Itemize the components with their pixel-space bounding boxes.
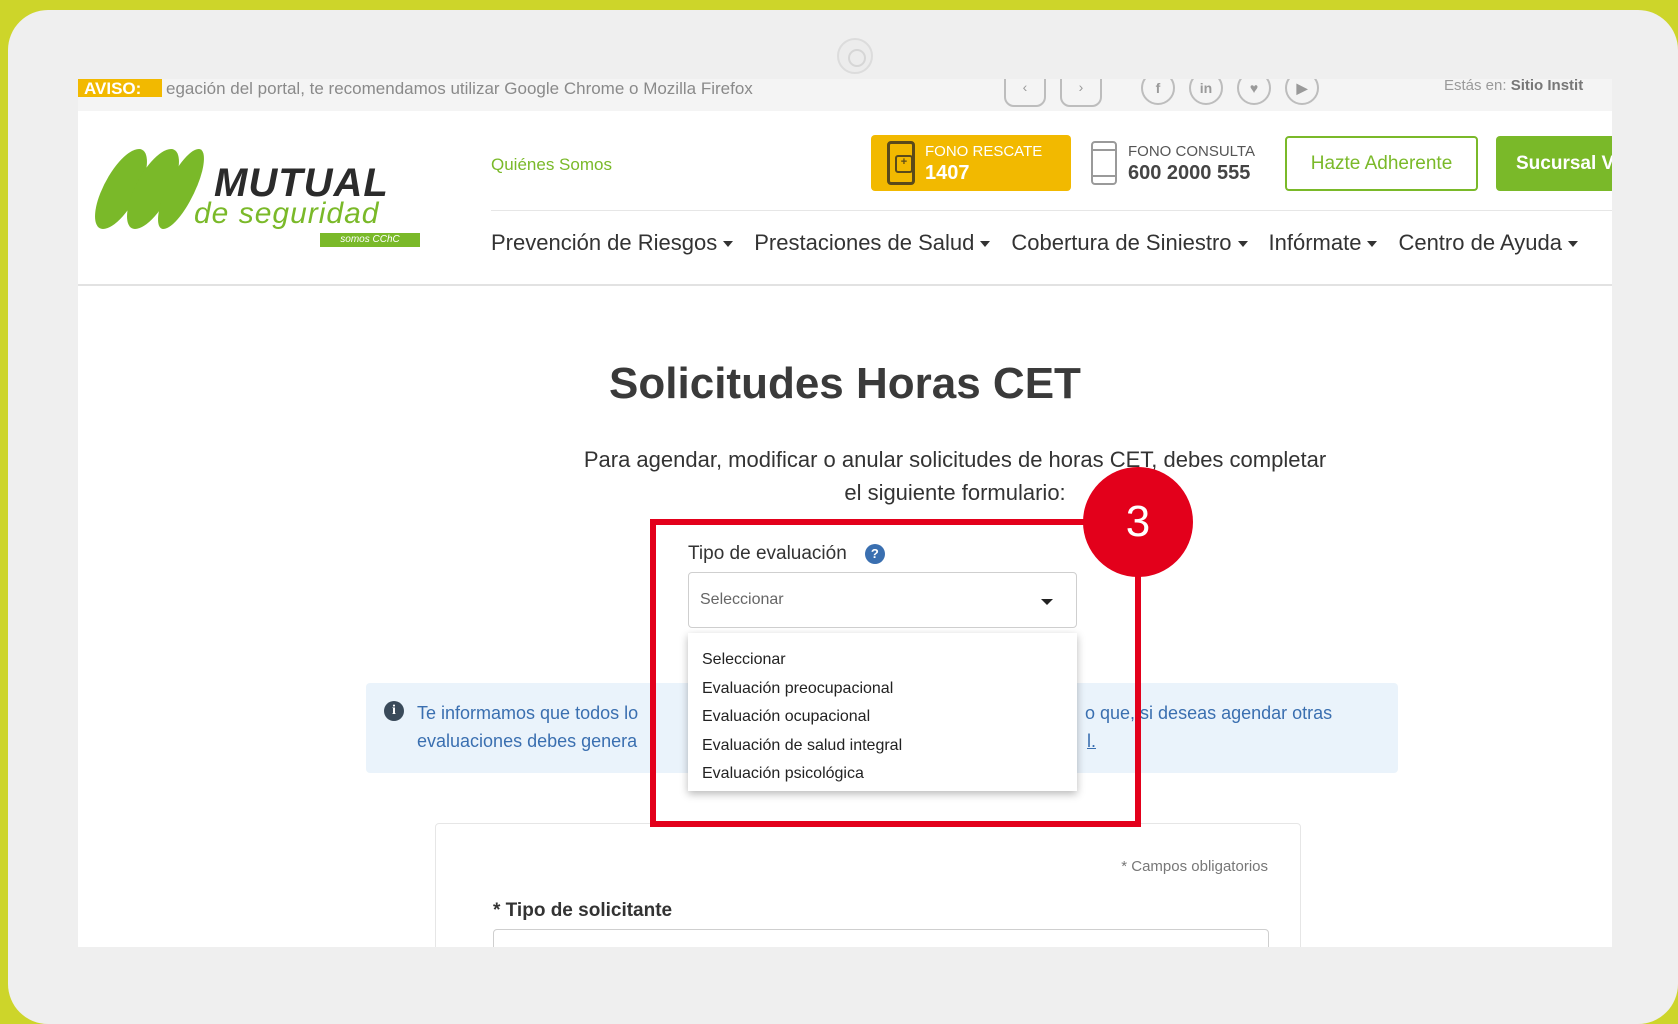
logo-subtitle: de seguridad — [194, 197, 380, 230]
chevron-down-icon — [1237, 241, 1248, 248]
breadcrumb-site[interactable]: Sitio Instit — [1511, 79, 1584, 94]
required-fields-note: * Campos obligatorios — [1121, 858, 1268, 875]
nav-centro-ayuda[interactable]: Centro de Ayuda — [1398, 230, 1578, 256]
request-form-card: * Campos obligatorios * Tipo de solicita… — [435, 823, 1301, 947]
header-divider — [491, 210, 1612, 211]
breadcrumb: Estás en: Sitio Instit — [1444, 79, 1583, 94]
fono-consulta-number: 600 2000 555 — [1128, 162, 1251, 184]
main-nav: Prevención de Riesgos Prestaciones de Sa… — [491, 230, 1599, 256]
breadcrumb-prefix: Estás en: — [1444, 79, 1507, 94]
twitter-icon[interactable]: ♥ — [1237, 79, 1271, 105]
info-line-2-start: evaluaciones debes genera — [417, 731, 638, 751]
nav-informate[interactable]: Infórmate — [1269, 230, 1378, 256]
fono-consulta[interactable]: FONO CONSULTA 600 2000 555 — [1091, 135, 1271, 191]
facebook-icon[interactable]: f — [1141, 79, 1175, 105]
sucursal-virtual-button[interactable]: Sucursal V — [1496, 136, 1612, 191]
intro-line-1: Para agendar, modificar o anular solicit… — [583, 447, 1327, 472]
mutual-logo[interactable]: MUTUAL de seguridad somos CChC — [85, 143, 427, 248]
page-intro: Para agendar, modificar o anular solicit… — [515, 443, 1395, 509]
youtube-icon[interactable]: ▶ — [1285, 79, 1319, 105]
chevron-down-icon — [1367, 241, 1378, 248]
phone-icon — [1091, 141, 1117, 185]
prev-arrow-icon[interactable]: ‹ — [1004, 79, 1046, 107]
fono-consulta-label: FONO CONSULTA — [1128, 143, 1255, 160]
chevron-down-icon — [980, 241, 991, 248]
hazte-adherente-button[interactable]: Hazte Adherente — [1285, 136, 1478, 191]
nav-cobertura[interactable]: Cobertura de Siniestro — [1011, 230, 1248, 256]
aviso-badge: AVISO: — [78, 79, 162, 98]
fono-rescate-number: 1407 — [925, 162, 970, 184]
camera-icon — [837, 38, 873, 74]
linkedin-icon[interactable]: in — [1189, 79, 1223, 105]
phone-icon — [887, 141, 915, 185]
fono-rescate-button[interactable]: FONO RESCATE 1407 — [871, 135, 1071, 191]
info-line-1-start: Te informamos que todos lo — [417, 703, 639, 723]
info-icon: i — [384, 701, 404, 721]
solicitante-type-label: * Tipo de solicitante — [493, 900, 673, 921]
annotation-highlight-box — [650, 519, 1141, 827]
logo-tagline: somos CChC — [320, 233, 420, 247]
notice-text: egación del portal, te recomendamos util… — [166, 79, 753, 98]
nav-prestaciones[interactable]: Prestaciones de Salud — [754, 230, 991, 256]
next-arrow-icon[interactable]: › — [1060, 79, 1102, 107]
step-number-badge: 3 — [1083, 467, 1193, 577]
nav-prevencion[interactable]: Prevención de Riesgos — [491, 230, 734, 256]
site-header: MUTUAL de seguridad somos CChC Quiénes S… — [78, 111, 1612, 286]
page-title: Solicitudes Horas CET — [609, 359, 1081, 408]
chevron-down-icon — [1567, 241, 1578, 248]
logo-mark-icon — [85, 149, 213, 229]
chevron-down-icon — [723, 241, 734, 248]
quienes-somos-link[interactable]: Quiénes Somos — [491, 155, 612, 175]
notice-bar: AVISO: egación del portal, te recomendam… — [78, 79, 1612, 111]
fono-rescate-label: FONO RESCATE — [925, 143, 1043, 160]
solicitante-type-select[interactable] — [493, 929, 1269, 947]
intro-line-2: el siguiente formulario: — [844, 480, 1066, 505]
